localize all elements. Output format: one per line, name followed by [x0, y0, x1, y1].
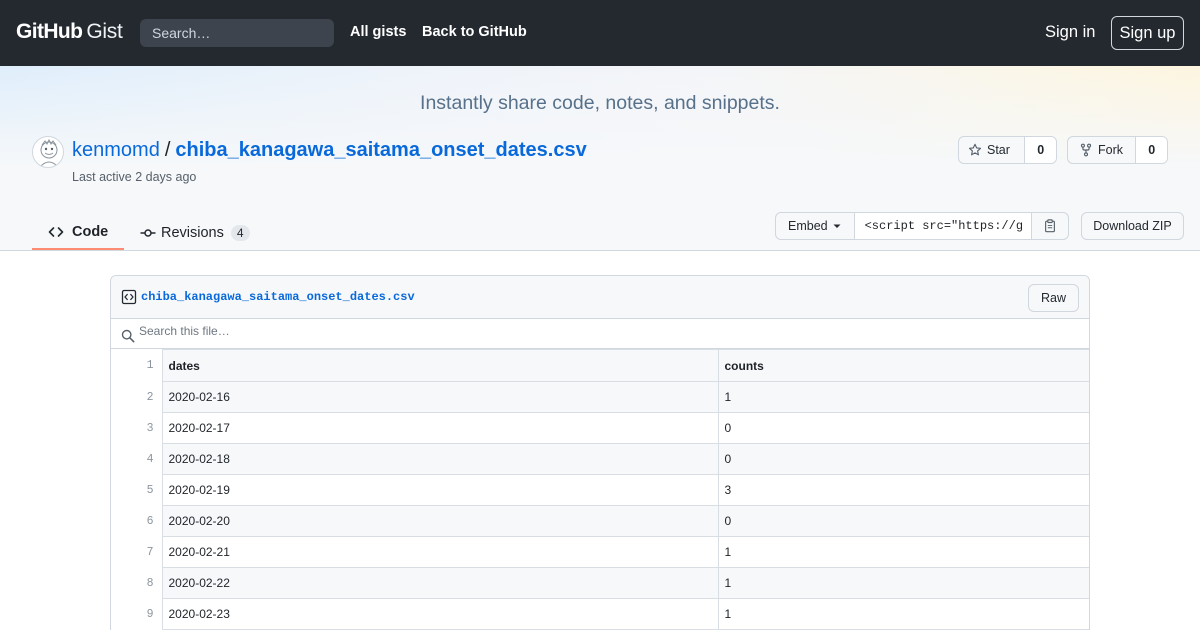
- tab-code-label: Code: [72, 224, 109, 240]
- table-cell: 2020-02-20: [161, 505, 719, 537]
- table-cell: 0: [717, 412, 1089, 444]
- star-count[interactable]: 0: [1024, 137, 1056, 163]
- embed-label: Embed: [788, 219, 828, 233]
- table-cell: 0: [717, 443, 1089, 475]
- table-cell: 2020-02-21: [161, 536, 719, 568]
- file-box: chiba_kanagawa_saitama_onset_dates.csv R…: [110, 275, 1090, 630]
- table-header-row: 1 dates counts: [111, 349, 1089, 382]
- table-cell: 2020-02-22: [161, 567, 719, 599]
- nav-back-to-github[interactable]: Back to GitHub: [422, 24, 527, 40]
- embed-code-input[interactable]: <script src="https://g: [854, 213, 1032, 239]
- avatar-illustration-icon: [39, 138, 59, 167]
- code-icon: [48, 227, 64, 237]
- line-number[interactable]: 9: [111, 598, 163, 630]
- owner-link[interactable]: kenmomd: [72, 139, 160, 161]
- table-row: 8 2020-02-22 1: [111, 567, 1089, 599]
- star-icon: [968, 143, 982, 156]
- line-number[interactable]: 5: [111, 474, 163, 506]
- embed-group: Embed <script src="https://g: [775, 212, 1069, 240]
- fork-button[interactable]: Fork: [1068, 137, 1135, 163]
- table-row: 9 2020-02-23 1: [111, 598, 1089, 630]
- file-search-input[interactable]: [139, 324, 539, 338]
- clipboard-icon: [1044, 219, 1055, 233]
- revisions-count-badge: 4: [230, 224, 250, 241]
- fork-label: Fork: [1098, 143, 1123, 157]
- tagline: Instantly share code, notes, and snippet…: [420, 92, 780, 114]
- file-name-link[interactable]: chiba_kanagawa_saitama_onset_dates.csv: [141, 290, 415, 304]
- star-label: Star: [987, 143, 1010, 157]
- logo-github-text: GitHub: [16, 20, 83, 43]
- download-zip-button[interactable]: Download ZIP: [1081, 212, 1184, 240]
- table-row: 5 2020-02-19 3: [111, 474, 1089, 506]
- table-row: 3 2020-02-17 0: [111, 412, 1089, 444]
- star-button-group: Star 0: [958, 136, 1057, 164]
- tab-revisions-label: Revisions: [161, 224, 224, 241]
- gist-title: kenmomd / chiba_kanagawa_saitama_onset_dat…: [72, 139, 587, 162]
- table-cell: 2020-02-19: [161, 474, 719, 506]
- file-search-bar: [111, 319, 1089, 349]
- github-gist-logo[interactable]: GitHub Gist: [16, 20, 123, 46]
- star-button[interactable]: Star: [959, 137, 1024, 163]
- file-code-icon: [121, 289, 137, 305]
- table-cell: 0: [717, 505, 1089, 537]
- line-number[interactable]: 6: [111, 505, 163, 537]
- tab-revisions[interactable]: Revisions 4: [140, 216, 250, 249]
- table-cell: 1: [717, 598, 1089, 630]
- raw-button[interactable]: Raw: [1028, 284, 1079, 312]
- fork-icon: [1080, 143, 1092, 157]
- table-cell: 3: [717, 474, 1089, 506]
- fork-count[interactable]: 0: [1135, 137, 1167, 163]
- line-number[interactable]: 3: [111, 412, 163, 444]
- search-input[interactable]: [140, 19, 334, 47]
- table-cell: 1: [717, 536, 1089, 568]
- table-cell: 1: [717, 567, 1089, 599]
- embed-dropdown[interactable]: Embed: [776, 213, 855, 239]
- avatar[interactable]: [32, 136, 64, 168]
- line-number[interactable]: 2: [111, 381, 163, 413]
- nav-all-gists[interactable]: All gists: [350, 24, 406, 40]
- sign-up-button[interactable]: Sign up: [1111, 16, 1184, 50]
- top-navbar: GitHub Gist All gists Back to GitHub Sig…: [0, 0, 1200, 66]
- file-header: chiba_kanagawa_saitama_onset_dates.csv R…: [111, 276, 1089, 319]
- table-cell: 1: [717, 381, 1089, 413]
- line-number[interactable]: 1: [111, 349, 163, 382]
- table-row: 7 2020-02-21 1: [111, 536, 1089, 568]
- table-cell: 2020-02-23: [161, 598, 719, 630]
- gist-filename-link[interactable]: chiba_kanagawa_saitama_onset_dates.csv: [175, 139, 586, 161]
- caret-down-icon: [833, 224, 841, 228]
- copy-clipboard-button[interactable]: [1032, 213, 1068, 239]
- gist-header: Instantly share code, notes, and snippet…: [0, 66, 1200, 251]
- tab-code[interactable]: Code: [32, 216, 124, 250]
- table-row: 2 2020-02-16 1: [111, 381, 1089, 413]
- last-active-text: Last active 2 days ago: [72, 170, 197, 184]
- line-number[interactable]: 8: [111, 567, 163, 599]
- table-row: 6 2020-02-20 0: [111, 505, 1089, 537]
- column-header: counts: [717, 349, 1089, 382]
- line-number[interactable]: 7: [111, 536, 163, 568]
- title-separator: /: [164, 139, 171, 161]
- fork-button-group: Fork 0: [1067, 136, 1168, 164]
- table-cell: 2020-02-16: [161, 381, 719, 413]
- column-header: dates: [161, 349, 719, 382]
- table-cell: 2020-02-18: [161, 443, 719, 475]
- table-row: 4 2020-02-18 0: [111, 443, 1089, 475]
- line-number[interactable]: 4: [111, 443, 163, 475]
- sign-in-link[interactable]: Sign in: [1045, 23, 1095, 42]
- csv-table: 1 dates counts 2 2020-02-16 1 3 2020-02-17 0 4…: [111, 349, 1089, 630]
- search-icon: [121, 329, 135, 343]
- git-commit-icon: [140, 228, 156, 237]
- logo-gist-text: Gist: [86, 20, 123, 43]
- table-cell: 2020-02-17: [161, 412, 719, 444]
